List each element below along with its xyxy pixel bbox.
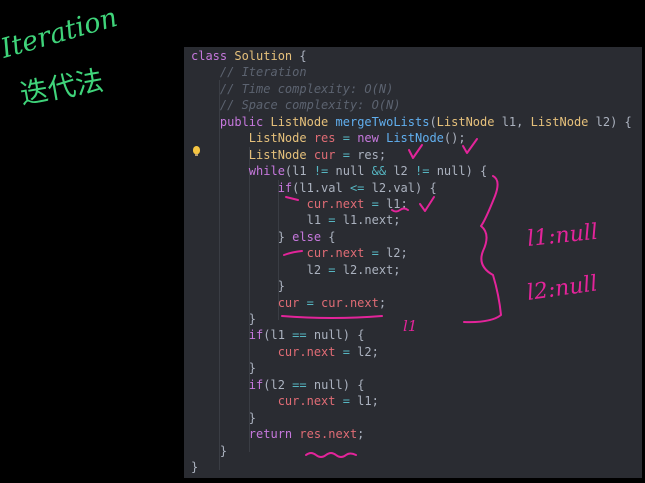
handwritten-iteration: Iteration bbox=[0, 2, 121, 65]
underline-res-next bbox=[305, 452, 357, 458]
curly-brace bbox=[463, 175, 502, 324]
underline-cur-next bbox=[281, 315, 383, 319]
handwritten-chinese-title: 迭代法 bbox=[17, 64, 105, 111]
check-mark bbox=[408, 144, 423, 159]
handwritten-l2-null: l2:null bbox=[525, 271, 599, 306]
handwritten-l1: l1 bbox=[403, 317, 417, 335]
handwritten-l1-null: l1:null bbox=[526, 220, 599, 252]
handwritten-annotations: Iteration 迭代法 l1:null l2:null l1 bbox=[0, 2, 599, 458]
check-mark bbox=[462, 138, 478, 154]
dash-mark bbox=[283, 250, 303, 256]
underline-l1 bbox=[391, 207, 409, 213]
dash-mark bbox=[285, 196, 299, 201]
check-mark bbox=[419, 196, 435, 212]
